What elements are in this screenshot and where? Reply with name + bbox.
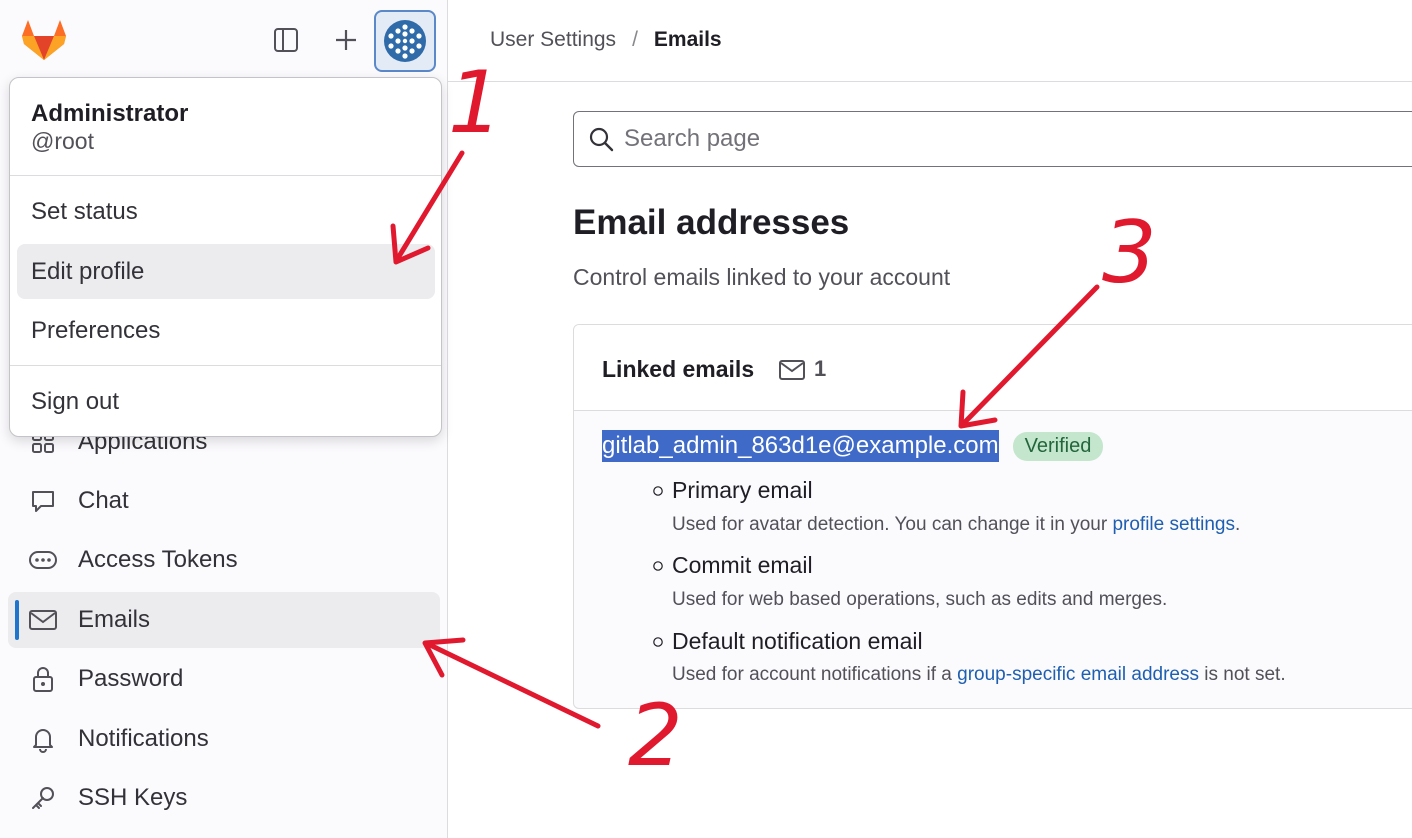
- email-row: gitlab_admin_863d1e@example.com Verified: [602, 430, 1104, 462]
- profile-settings-link[interactable]: profile settings: [1112, 514, 1235, 535]
- group-specific-email-link[interactable]: group-specific email address: [957, 664, 1199, 685]
- breadcrumb: User Settings / Emails: [490, 28, 722, 52]
- bullet-title: Primary email: [672, 477, 813, 503]
- user-handle: @root: [31, 128, 94, 154]
- key-icon: [26, 781, 60, 815]
- verified-badge: Verified: [1012, 431, 1104, 461]
- email-address[interactable]: gitlab_admin_863d1e@example.com: [602, 430, 999, 462]
- sidebar-item-label: Emails: [78, 606, 151, 633]
- sidebar-item-chat[interactable]: Chat: [8, 473, 440, 529]
- sidebar-item-label: Password: [78, 665, 184, 692]
- mail-icon: [778, 358, 806, 382]
- sidebar-item-label: Access Tokens: [78, 546, 238, 573]
- menu-divider: [10, 365, 441, 366]
- lock-icon: [26, 662, 60, 696]
- bullet-title: Commit email: [672, 552, 813, 578]
- bullet-description: Used for account notifications if a grou…: [672, 664, 1286, 685]
- user-menu-dropdown: Administrator @root Set status Edit prof…: [9, 77, 442, 437]
- breadcrumb-current[interactable]: Emails: [654, 28, 722, 52]
- preferences-menu-item[interactable]: Preferences: [17, 303, 435, 358]
- set-status-menu-item[interactable]: Set status: [17, 184, 435, 239]
- mail-icon: [26, 603, 60, 637]
- bullet-title: Default notification email: [672, 628, 923, 654]
- search-box: [573, 111, 1412, 167]
- sign-out-menu-item[interactable]: Sign out: [17, 374, 435, 429]
- token-icon: [26, 543, 60, 577]
- page-subtitle: Control emails linked to your account: [573, 264, 951, 290]
- sidebar-item-label: Notifications: [78, 725, 209, 752]
- card-title: Linked emails: [602, 356, 755, 382]
- sidebar-item-access-tokens[interactable]: Access Tokens: [8, 532, 440, 588]
- plus-icon[interactable]: [330, 22, 362, 58]
- sidebar-item-notifications[interactable]: Notifications: [8, 711, 440, 767]
- user-display-name: Administrator: [31, 100, 189, 127]
- bullet-description: Used for avatar detection. You can chang…: [672, 514, 1241, 535]
- annotation-label-1: 1: [448, 53, 503, 153]
- gitlab-tanuki-icon[interactable]: [20, 18, 68, 62]
- user-avatar-icon: [384, 20, 426, 62]
- sidebar-item-label: Chat: [78, 487, 129, 514]
- page-title: Email addresses: [573, 203, 850, 242]
- sidebar-item-emails[interactable]: Emails: [8, 592, 440, 648]
- edit-profile-menu-item[interactable]: Edit profile: [17, 244, 435, 299]
- menu-divider: [10, 175, 441, 176]
- bullet-icon: [653, 637, 663, 647]
- sidebar-item-password[interactable]: Password: [8, 651, 440, 707]
- user-avatar-button[interactable]: [374, 10, 436, 72]
- annotation-label-3: 3: [1102, 203, 1157, 303]
- header-divider: [448, 81, 1412, 82]
- bell-icon: [26, 722, 60, 756]
- linked-emails-card: Linked emails 1 gitlab_admin_863d1e@exam…: [573, 324, 1412, 709]
- breadcrumb-user-settings[interactable]: User Settings: [490, 28, 616, 52]
- bullet-description: Used for web based operations, such as e…: [672, 589, 1168, 610]
- sidebar-item-ssh-keys[interactable]: SSH Keys: [8, 770, 440, 826]
- card-header: Linked emails 1: [574, 325, 1412, 411]
- sidebar-item-label: SSH Keys: [78, 784, 188, 811]
- email-count: 1: [814, 356, 827, 381]
- bullet-icon: [653, 486, 663, 496]
- search-input[interactable]: [624, 125, 1324, 153]
- search-icon: [588, 125, 616, 153]
- breadcrumb-separator: /: [632, 28, 638, 51]
- sidebar-toggle-icon[interactable]: [270, 22, 302, 58]
- bullet-icon: [653, 561, 663, 571]
- chat-icon: [26, 484, 60, 518]
